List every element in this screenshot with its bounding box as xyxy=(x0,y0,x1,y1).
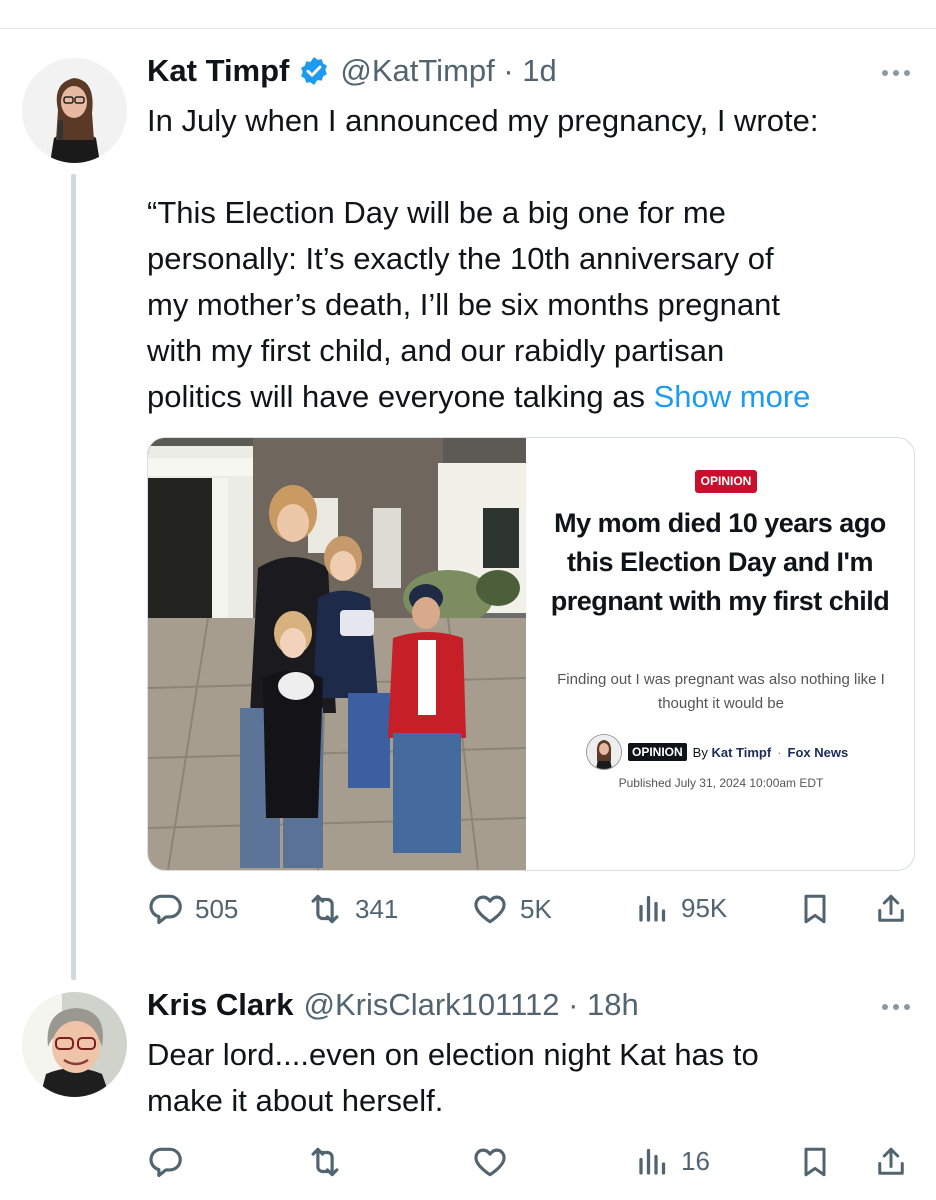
bookmark-button[interactable] xyxy=(797,1143,833,1181)
repost-count: 341 xyxy=(355,893,399,924)
tweet-header: Kat Timpf @KatTimpf · 1d xyxy=(147,53,557,89)
more-icon[interactable] xyxy=(882,1004,910,1010)
tweet-actions: 505 341 5K 95K xyxy=(147,890,917,930)
text-line: “This Election Day will be a big one for… xyxy=(147,195,726,230)
text-last-line: politics will have everyone talking as xyxy=(147,379,654,414)
reply-button[interactable]: 505 xyxy=(147,890,238,928)
views-button[interactable]: 16 xyxy=(635,1143,710,1179)
top-divider xyxy=(0,28,936,29)
views-button[interactable]: 95K xyxy=(635,890,727,926)
repost-icon xyxy=(311,1147,339,1177)
bookmark-button[interactable] xyxy=(797,890,833,928)
views-icon xyxy=(639,895,666,922)
avatar-kris-clark[interactable] xyxy=(22,992,127,1097)
article-byline: OPINION By Kat Timpf · Fox News xyxy=(586,734,886,770)
reply-icon xyxy=(149,1147,182,1178)
article-preview: OPINION My mom died 10 years ago this El… xyxy=(526,438,914,870)
byline-avatar xyxy=(586,734,622,770)
reply-icon xyxy=(149,894,182,925)
reply-button[interactable] xyxy=(147,1143,185,1181)
tweet-header: Kris Clark @KrisClark101112 · 18h xyxy=(147,987,639,1023)
byline-prefix: By xyxy=(692,744,712,760)
bookmark-icon xyxy=(804,894,826,924)
avatar-kat-timpf[interactable] xyxy=(22,58,127,163)
like-count: 5K xyxy=(520,893,552,924)
article-published: Published July 31, 2024 10:00am EDT xyxy=(618,776,824,790)
views-count: 95K xyxy=(681,892,728,923)
article-photo xyxy=(148,438,527,870)
byline-author: By Kat Timpf xyxy=(693,745,772,760)
repost-button[interactable]: 341 xyxy=(305,890,398,928)
article-headline: My mom died 10 years ago this Election D… xyxy=(550,508,890,616)
share-button[interactable] xyxy=(873,890,909,928)
like-button[interactable]: 5K xyxy=(470,890,552,928)
reply-count: 505 xyxy=(195,893,239,924)
tweet-text: Dear lord....even on election night Kat … xyxy=(147,1032,917,1124)
text-line: with my first child, and our rabidly par… xyxy=(147,333,725,368)
author-name[interactable]: Kat Timpf xyxy=(147,53,289,89)
like-icon xyxy=(474,895,506,924)
tweet-text: In July when I announced my pregnancy, I… xyxy=(147,98,917,420)
byline-separator: · xyxy=(777,744,782,760)
like-button[interactable] xyxy=(470,1143,510,1181)
author-handle-time[interactable]: @KrisClark101112 · 18h xyxy=(303,987,638,1023)
share-icon xyxy=(878,1147,904,1175)
tweet-actions: 16 xyxy=(147,1143,917,1183)
share-button[interactable] xyxy=(873,1143,909,1181)
text-line: Dear lord....even on election night Kat … xyxy=(147,1037,759,1072)
text-line xyxy=(147,144,917,190)
opinion-badge: OPINION xyxy=(695,470,757,493)
byline-author-name: Kat Timpf xyxy=(711,744,772,760)
link-card[interactable]: OPINION My mom died 10 years ago this El… xyxy=(147,437,915,871)
more-icon[interactable] xyxy=(882,70,910,76)
article-subhead: Finding out I was pregnant was also noth… xyxy=(557,671,885,712)
views-count: 16 xyxy=(681,1145,710,1176)
share-icon xyxy=(878,894,904,922)
text-line: my mother’s death, I’ll be six months pr… xyxy=(147,287,780,322)
text-line: make it about herself. xyxy=(147,1083,444,1118)
views-icon xyxy=(639,1148,666,1175)
show-more-link[interactable]: Show more xyxy=(654,379,811,414)
text-line: In July when I announced my pregnancy, I… xyxy=(147,103,819,138)
author-name[interactable]: Kris Clark xyxy=(147,987,293,1023)
text-line: personally: It’s exactly the 10th annive… xyxy=(147,241,774,276)
like-icon xyxy=(474,1148,506,1177)
verified-badge-icon xyxy=(298,55,330,87)
repost-button[interactable] xyxy=(305,1143,345,1181)
bookmark-icon xyxy=(804,1147,826,1177)
repost-icon xyxy=(311,894,339,924)
text-line: politics will have everyone talking as S… xyxy=(147,374,917,420)
author-handle-time[interactable]: @KatTimpf · 1d xyxy=(340,53,556,89)
thread-connector-line xyxy=(71,174,76,980)
byline-opinion-tag: OPINION xyxy=(628,743,687,761)
byline-source: Fox News xyxy=(787,744,849,760)
